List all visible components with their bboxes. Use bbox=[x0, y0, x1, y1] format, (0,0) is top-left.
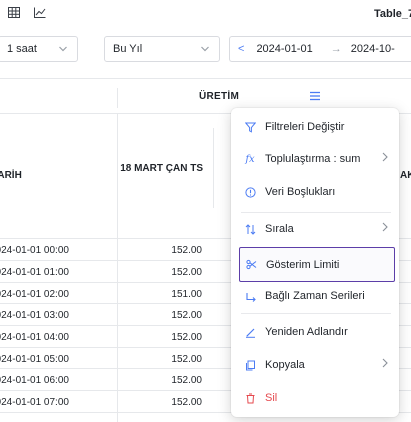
chevron-down-icon bbox=[201, 46, 209, 52]
table-view-icon[interactable] bbox=[8, 7, 20, 18]
menu-item-delete[interactable]: Sil bbox=[239, 382, 395, 414]
function-icon: fx bbox=[245, 153, 255, 165]
menu-item-label: Veri Boşlukları bbox=[265, 186, 336, 198]
menu-item-data-gaps[interactable]: Veri Boşlukları bbox=[239, 176, 395, 208]
menu-item-label: Kopyala bbox=[265, 359, 305, 371]
date-to-input[interactable]: 2024-10- bbox=[351, 43, 395, 55]
copy-icon bbox=[244, 359, 256, 371]
interval-value: 1 saat bbox=[7, 43, 37, 55]
date-range-prefix: < bbox=[238, 43, 245, 55]
info-circle-icon bbox=[244, 186, 256, 198]
column-context-menu: Filtreleri Değiştir fx Toplulaştırma : s… bbox=[231, 108, 399, 417]
cell-value: 152.00 bbox=[171, 354, 202, 365]
edit-icon bbox=[244, 326, 256, 338]
menu-item-label: Gösterim Limiti bbox=[266, 258, 340, 271]
menu-item-change-filters[interactable]: Filtreleri Değiştir bbox=[239, 111, 395, 143]
menu-divider bbox=[241, 313, 391, 314]
column-header-partial[interactable]: AK bbox=[400, 170, 411, 181]
column-divider bbox=[117, 88, 118, 108]
period-value: Bu Yıl bbox=[113, 43, 143, 55]
cell-date: 2024-01-01 01:00 bbox=[0, 267, 69, 278]
cell-date: 2024-01-01 07:00 bbox=[0, 397, 69, 408]
group-header-uretim: ÜRETİM bbox=[199, 91, 240, 102]
menu-item-display-limit[interactable]: Gösterim Limiti bbox=[239, 247, 395, 282]
menu-item-label: Sil bbox=[265, 392, 278, 404]
cell-value: 152.00 bbox=[171, 332, 202, 343]
menu-item-label: Filtreleri Değiştir bbox=[265, 121, 345, 133]
column-menu-icon[interactable] bbox=[309, 89, 321, 107]
column-header-18-mart-can-ts[interactable]: 18 MART ÇAN TS bbox=[120, 162, 203, 176]
period-select[interactable]: Bu Yıl bbox=[104, 36, 220, 62]
menu-item-rename[interactable]: Yeniden Adlandır bbox=[239, 316, 395, 348]
scissors-icon bbox=[245, 259, 257, 271]
menu-item-linked-time-series[interactable]: Bağlı Zaman Serileri bbox=[239, 280, 395, 312]
trash-icon bbox=[244, 392, 256, 404]
cell-value: 152.00 bbox=[171, 375, 202, 386]
cell-value: 152.00 bbox=[171, 245, 202, 256]
date-from-input[interactable]: 2024-01-01 bbox=[256, 43, 312, 55]
column-resize-handle[interactable] bbox=[213, 128, 214, 208]
date-range-picker[interactable]: < 2024-01-01 → 2024-10- bbox=[229, 36, 411, 62]
cell-date: 2024-01-01 04:00 bbox=[0, 332, 69, 343]
menu-item-label: Bağlı Zaman Serileri bbox=[265, 290, 365, 302]
cell-value: 152.00 bbox=[171, 267, 202, 278]
interval-select[interactable]: 1 saat bbox=[0, 36, 78, 62]
cell-date: 2024-01-01 02:00 bbox=[0, 289, 69, 300]
menu-item-label: Yeniden Adlandır bbox=[265, 326, 348, 338]
link-icon bbox=[244, 290, 256, 302]
menu-item-label: Sırala bbox=[265, 223, 294, 235]
divider bbox=[0, 78, 411, 79]
cell-value: 152.00 bbox=[171, 397, 202, 408]
menu-item-aggregation[interactable]: fx Toplulaştırma : sum bbox=[239, 143, 395, 175]
date-range-arrow: → bbox=[330, 43, 342, 55]
column-header-tarih[interactable]: TARİH bbox=[0, 170, 22, 181]
cell-date: 2024-01-01 05:00 bbox=[0, 354, 69, 365]
table-title: Table_7 bbox=[374, 8, 411, 20]
menu-item-sort[interactable]: Sırala bbox=[239, 213, 395, 245]
chevron-down-icon bbox=[59, 46, 67, 52]
chevron-right-icon bbox=[382, 152, 388, 162]
chevron-right-icon bbox=[382, 358, 388, 368]
filter-icon bbox=[244, 121, 256, 133]
sort-icon bbox=[244, 223, 256, 235]
menu-item-copy[interactable]: Kopyala bbox=[239, 349, 395, 381]
cell-date: 2024-01-01 00:00 bbox=[0, 245, 69, 256]
cell-value: 151.00 bbox=[171, 289, 202, 300]
chart-view-icon[interactable] bbox=[34, 7, 46, 18]
cell-date: 2024-01-01 03:00 bbox=[0, 310, 69, 321]
view-switcher bbox=[8, 7, 46, 18]
menu-item-label: Toplulaştırma : sum bbox=[265, 153, 361, 165]
cell-value: 152.00 bbox=[171, 310, 202, 321]
cell-date: 2024-01-01 06:00 bbox=[0, 375, 69, 386]
chevron-right-icon bbox=[382, 222, 388, 232]
